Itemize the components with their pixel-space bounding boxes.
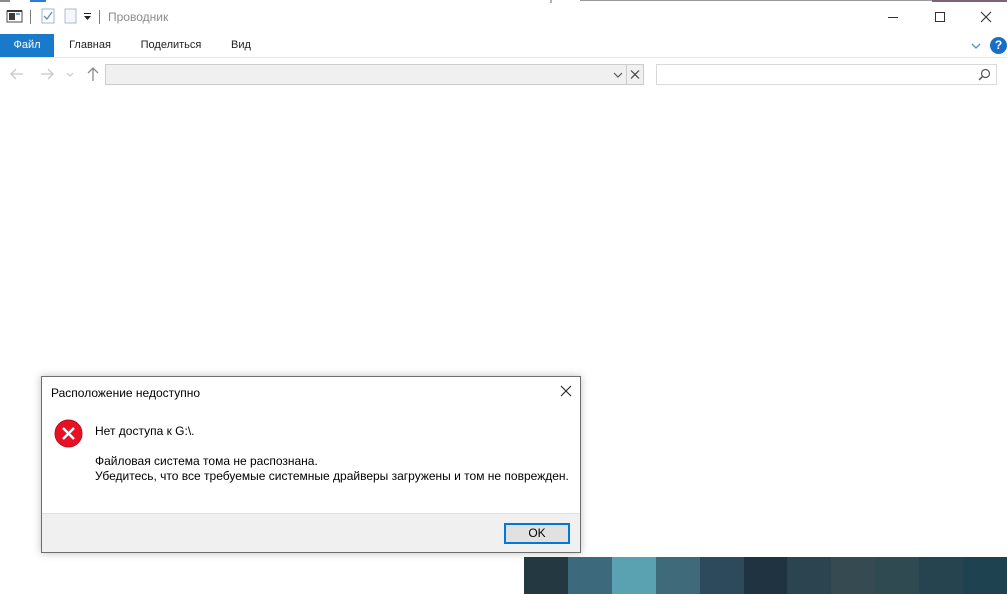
clear-icon xyxy=(630,70,640,79)
help-icon[interactable]: ? xyxy=(990,37,1007,54)
wallpaper-strip xyxy=(524,557,1007,594)
up-arrow-icon[interactable] xyxy=(84,65,102,83)
search-input[interactable] xyxy=(656,64,997,85)
minimize-button[interactable] xyxy=(870,0,916,34)
dialog-detail-line-2: Убедитесь, что все требуемые системные д… xyxy=(95,469,569,483)
separator xyxy=(30,10,31,24)
navigation-bar xyxy=(0,58,1007,90)
wallpaper-block xyxy=(699,557,744,594)
minimize-icon xyxy=(888,17,898,18)
wallpaper-block xyxy=(919,557,964,594)
search-icon[interactable] xyxy=(978,68,991,81)
window-title: Проводник xyxy=(108,10,169,24)
wallpaper-block xyxy=(524,557,568,594)
dialog-title: Расположение недоступно xyxy=(51,386,201,400)
explorer-icon[interactable] xyxy=(6,8,23,24)
maximize-icon xyxy=(935,12,945,22)
tab-share[interactable]: Поделиться xyxy=(134,34,208,57)
wallpaper-block xyxy=(875,557,920,594)
chevron-down-icon[interactable] xyxy=(610,64,626,85)
back-arrow-icon[interactable] xyxy=(8,65,26,83)
error-dialog: Расположение недоступно Нет доступа к G:… xyxy=(41,376,581,553)
dialog-detail-line-1: Файловая система тома не распознана. xyxy=(95,454,318,468)
tab-file[interactable]: Файл xyxy=(0,34,54,57)
customize-qat-icon[interactable] xyxy=(82,8,94,24)
close-button[interactable] xyxy=(963,0,1007,34)
ribbon-tabs: Файл Главная Поделиться Вид ? xyxy=(0,34,1007,58)
address-bar[interactable] xyxy=(105,64,627,85)
dialog-footer: OK xyxy=(42,513,580,552)
top-edge xyxy=(0,0,1007,3)
maximize-button[interactable] xyxy=(917,0,963,34)
dialog-close-button[interactable] xyxy=(558,383,574,399)
clear-address-button[interactable] xyxy=(627,64,644,85)
wallpaper-block xyxy=(743,557,788,594)
tab-view[interactable]: Вид xyxy=(222,34,260,57)
screen: Проводник Файл Главная Поделиться Вид ? xyxy=(0,0,1007,594)
wallpaper-block xyxy=(567,557,612,594)
close-icon xyxy=(980,11,992,23)
new-folder-icon[interactable] xyxy=(62,8,78,24)
forward-arrow-icon[interactable] xyxy=(38,65,56,83)
wallpaper-block xyxy=(655,557,700,594)
wallpaper-block xyxy=(787,557,832,594)
title-bar: Проводник xyxy=(0,0,1007,34)
wallpaper-block xyxy=(831,557,876,594)
dialog-main-message: Нет доступа к G:\. xyxy=(95,424,195,438)
ok-button[interactable]: OK xyxy=(504,523,570,544)
properties-icon[interactable] xyxy=(40,8,56,24)
wallpaper-block xyxy=(611,557,656,594)
wallpaper-block xyxy=(963,557,1007,594)
expand-ribbon-icon[interactable] xyxy=(969,39,983,53)
close-icon xyxy=(560,385,572,397)
recent-locations-icon[interactable] xyxy=(64,65,76,83)
tab-home[interactable]: Главная xyxy=(62,34,118,57)
error-icon xyxy=(54,419,83,448)
separator xyxy=(99,10,100,24)
